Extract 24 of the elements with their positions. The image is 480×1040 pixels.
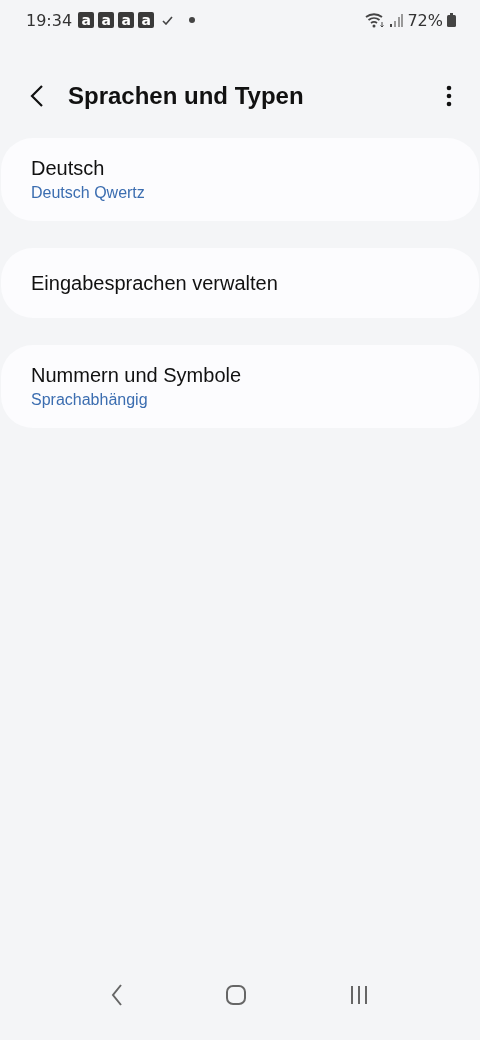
notification-icon: a: [98, 12, 115, 28]
settings-item[interactable]: Deutsch Deutsch Qwertz: [1, 138, 479, 221]
notification-icon: a: [138, 12, 155, 28]
recents-icon: [349, 985, 369, 1005]
signal-icon: [389, 13, 404, 27]
check-icon: [162, 15, 174, 25]
item-subtitle: Deutsch Qwertz: [31, 184, 146, 202]
notification-icon: a: [78, 12, 95, 28]
page-title: Sprachen und Typen: [68, 82, 305, 110]
item-subtitle: Sprachabhängig: [31, 391, 149, 409]
settings-item[interactable]: Nummern und Symbole Sprachabhängig: [1, 345, 479, 428]
item-title: Deutsch: [31, 157, 106, 180]
status-time: 19:34: [26, 10, 73, 30]
item-title: Eingabesprachen verwalten: [31, 271, 279, 295]
battery-text: 72%: [407, 10, 443, 30]
item-title: Nummern und Symbole: [31, 364, 243, 387]
home-icon: [225, 984, 247, 1006]
dot-icon: [189, 17, 196, 23]
back-chevron-icon: [111, 984, 123, 1006]
wifi-icon: [365, 12, 386, 28]
battery-icon: [447, 13, 456, 27]
settings-item[interactable]: Eingabesprachen verwalten: [1, 248, 479, 318]
notification-icon: a: [118, 12, 135, 28]
more-options-icon: [446, 85, 452, 107]
